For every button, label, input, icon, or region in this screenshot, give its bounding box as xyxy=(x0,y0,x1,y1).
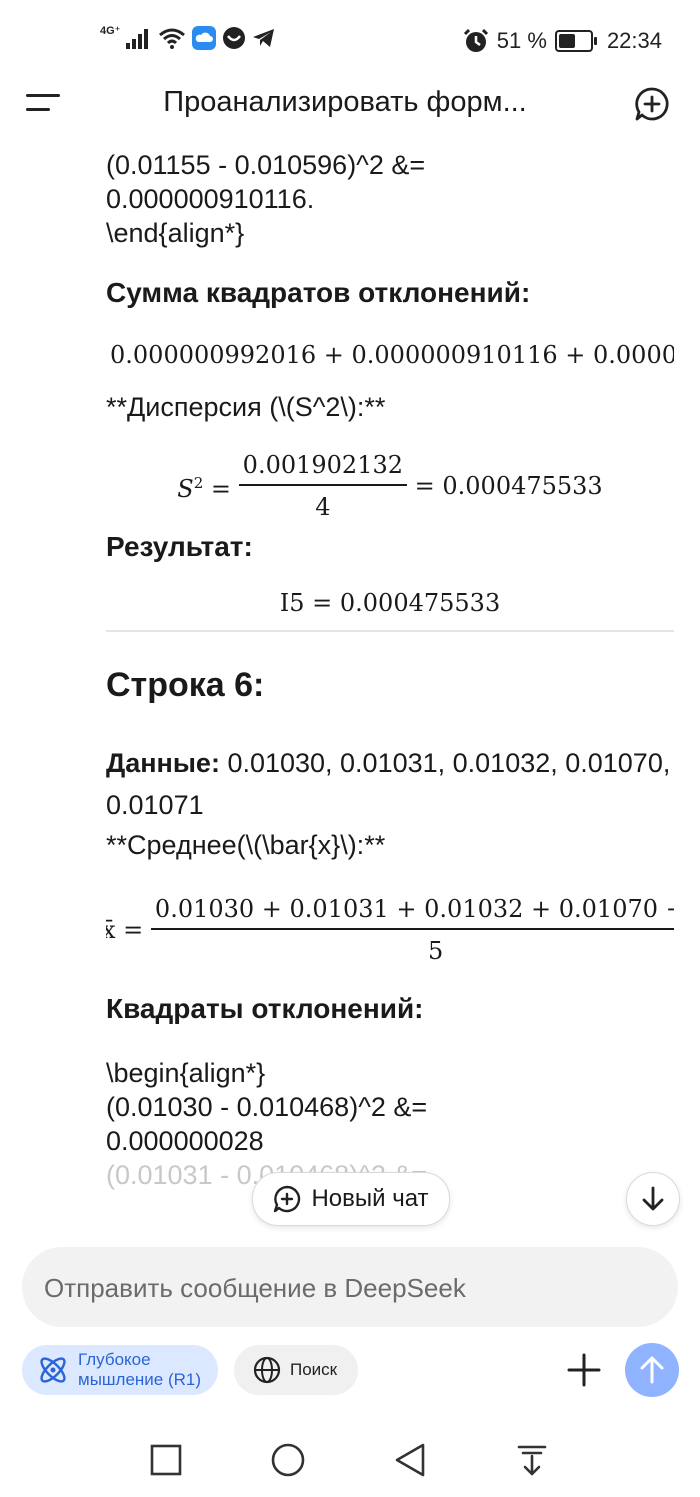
new-chat-icon[interactable] xyxy=(634,86,670,122)
text-line: (0.01155 - 0.010596)^2 &= xyxy=(106,150,426,180)
scroll-down-button[interactable] xyxy=(626,1172,680,1226)
text-line: 0.000000910116. xyxy=(106,184,315,214)
telegram-icon xyxy=(253,29,275,47)
deep-thinking-label: Глубокое мышление (R1) xyxy=(78,1350,201,1390)
dispersion-result: = 0.000475533 xyxy=(414,472,603,500)
signal-icon xyxy=(126,29,149,49)
dispersion-numerator: 0.001902132 xyxy=(238,448,407,486)
mean-denominator: 5 xyxy=(427,937,444,965)
deep-thinking-line2: мышление (R1) xyxy=(78,1370,202,1389)
send-button[interactable] xyxy=(625,1343,679,1397)
atom-icon xyxy=(40,1357,66,1383)
deep-thinking-line1: Глубокое xyxy=(78,1350,151,1369)
sum-heading: Сумма квадратов отклонений: xyxy=(106,277,531,308)
squares-heading: Квадраты отклонений: xyxy=(106,993,424,1024)
square-icon xyxy=(150,1444,182,1476)
message-input-container xyxy=(22,1247,678,1329)
new-chat-icon xyxy=(274,1185,301,1213)
clock: 22:34 xyxy=(606,28,662,53)
text-line: 0.000000028 xyxy=(106,1126,264,1156)
mean-numerator: 0.01030 + 0.01031 + 0.01032 + 0.01070 + … xyxy=(150,892,674,930)
cloud-app-icon xyxy=(192,26,217,50)
messenger-icon xyxy=(223,27,246,49)
pull-down-icon xyxy=(517,1445,547,1476)
arrow-down-icon xyxy=(642,1186,664,1211)
dispersion-fraction: 0.001902132 4 xyxy=(238,448,407,524)
message-input[interactable] xyxy=(42,1247,646,1329)
nav-notifications-button[interactable] xyxy=(512,1440,552,1480)
dispersion-denominator: 4 xyxy=(315,493,331,521)
dispersion-label: **Дисперсия (\(S^2\):** xyxy=(106,392,386,422)
sum-formula: 0.000000992016 + 0.000000910116 + 0.0000… xyxy=(110,341,674,369)
section-divider xyxy=(106,630,674,632)
chat-content: (0.01155 - 0.010596)^2 &= 0.000000910116… xyxy=(106,130,674,1242)
dispersion-symbol: S xyxy=(177,475,194,503)
new-chat-button[interactable]: Новый чат xyxy=(252,1172,450,1226)
status-left: 4G⁺ xyxy=(100,24,276,50)
alarm-icon xyxy=(463,28,488,52)
text-line: \begin{align*} xyxy=(106,1058,266,1088)
mean-formula: x̄ = 0.01030 + 0.01031 + 0.01032 + 0.010… xyxy=(106,892,674,968)
mean-fraction: 0.01030 + 0.01031 + 0.01032 + 0.01070 + … xyxy=(150,892,674,968)
menu-button[interactable] xyxy=(26,90,66,120)
plus-icon[interactable] xyxy=(566,1352,602,1388)
nav-back-button[interactable] xyxy=(390,1440,430,1480)
nav-home-button[interactable] xyxy=(268,1440,308,1480)
triangle-back-icon xyxy=(395,1443,425,1477)
dispersion-formula: S2 = 0.001902132 4 = 0.000475533 xyxy=(106,448,674,521)
status-right: 51 % 22:34 xyxy=(463,28,662,54)
circle-icon xyxy=(271,1443,305,1477)
network-type: 4G⁺ xyxy=(100,24,121,37)
globe-icon xyxy=(253,1356,281,1384)
nav-recents-button[interactable] xyxy=(146,1440,186,1480)
status-bar: 4G⁺ 51 % 22:34 xyxy=(0,22,700,62)
search-toggle[interactable]: Поиск xyxy=(234,1345,358,1395)
mean-symbol: x̄ = xyxy=(106,916,144,944)
chat-title: Проанализировать форм... xyxy=(163,86,527,118)
result-formula: I5 = 0.000475533 xyxy=(279,589,501,617)
battery-icon xyxy=(554,30,597,52)
wifi-icon xyxy=(159,28,186,49)
result-heading: Результат: xyxy=(106,531,253,562)
row-heading: Строка 6: xyxy=(106,666,265,704)
search-label: Поиск xyxy=(290,1360,338,1379)
arrow-up-icon xyxy=(640,1356,664,1384)
text-line: \end{align*} xyxy=(106,218,245,248)
data-label: Данные: xyxy=(106,748,220,778)
text-line: (0.01030 - 0.010468)^2 &= xyxy=(106,1092,428,1122)
data-paragraph: Данные: 0.01030, 0.01031, 0.01032, 0.010… xyxy=(106,742,674,826)
dispersion-exponent: 2 xyxy=(193,474,204,492)
mean-label: **Среднее(\(\bar{x}\):** xyxy=(106,830,386,860)
battery-percent: 51 % xyxy=(496,28,547,53)
deep-thinking-toggle[interactable]: Глубокое мышление (R1) xyxy=(22,1345,218,1395)
new-chat-label: Новый чат xyxy=(311,1185,429,1212)
